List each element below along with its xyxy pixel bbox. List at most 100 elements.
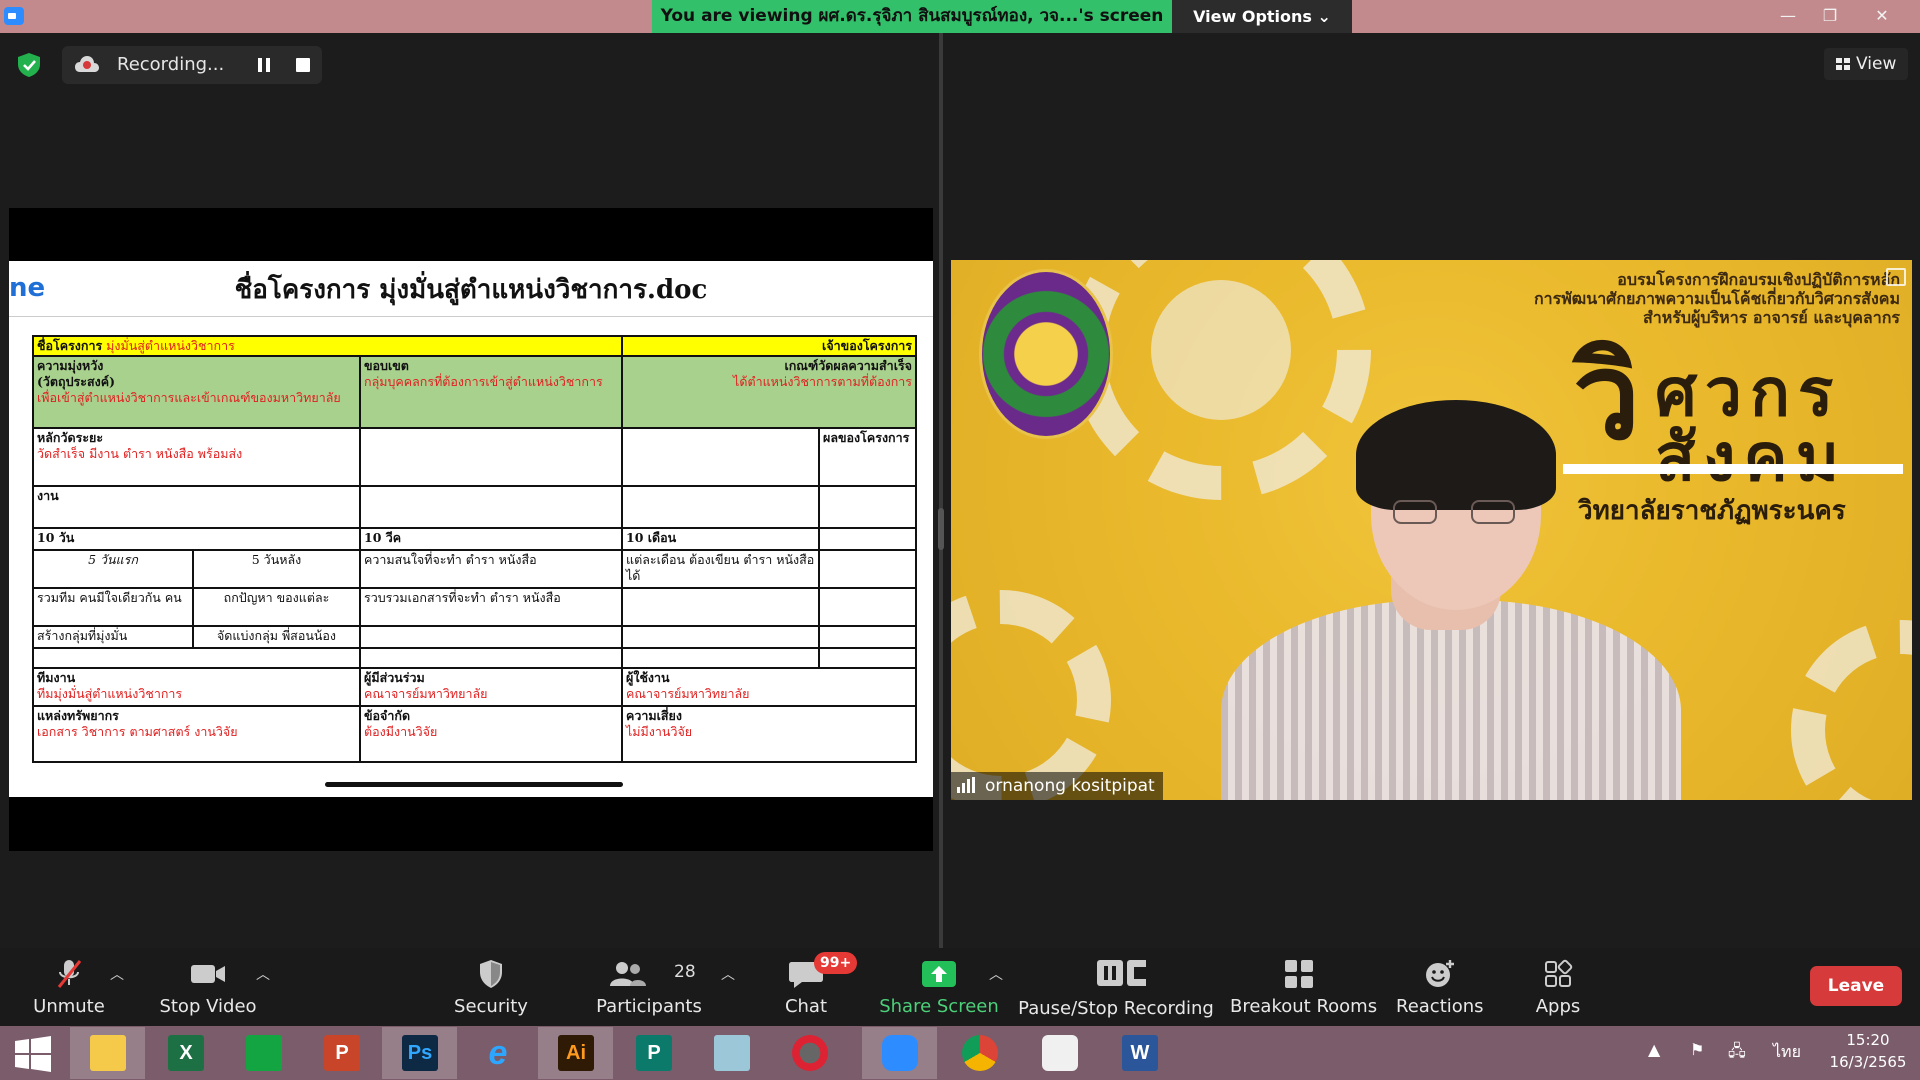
view-options-button[interactable]: View Options ⌄ xyxy=(1172,0,1352,33)
windows-taskbar: X P Ps e Ai P W ▲ ⚑ 🖧 ไทย 15:20 16/3/256… xyxy=(0,1026,1920,1080)
video-camera-icon xyxy=(191,965,225,983)
table-cell xyxy=(358,625,624,649)
minimize-button[interactable]: — xyxy=(1766,0,1810,33)
reactions-smiley-icon xyxy=(1426,960,1454,987)
table-cell xyxy=(818,587,918,627)
audio-options-caret-icon[interactable]: ︿ xyxy=(107,964,127,984)
taskbar-word[interactable]: W xyxy=(1102,1027,1177,1079)
participants-caret-icon[interactable]: ︿ xyxy=(718,964,738,984)
stop-recording-icon[interactable] xyxy=(296,58,310,72)
grid-icon xyxy=(1836,58,1850,70)
pause-stop-recording-label: Pause/Stop Recording xyxy=(1018,998,1214,1019)
milestone-label: หลักวัดระยะ xyxy=(37,430,104,445)
gear-decoration xyxy=(1791,620,1912,800)
discuss-problems-cell: ถกปัญหา ของแต่ละ xyxy=(192,587,361,627)
taskbar-powerpoint[interactable]: P xyxy=(304,1027,379,1079)
close-button[interactable]: ✕ xyxy=(1860,0,1904,33)
taskbar-file-explorer[interactable] xyxy=(70,1027,145,1079)
pause-recording-icon[interactable] xyxy=(256,57,272,73)
folder-icon xyxy=(90,1035,126,1071)
security-button[interactable]: Security xyxy=(448,948,534,1026)
table-cell xyxy=(818,527,918,551)
system-clock[interactable]: 15:20 16/3/2565 xyxy=(1824,1029,1912,1073)
team-cell: ทีมงาน ทีมมุ่งมั่นสู่ตำแหน่งวิชาการ xyxy=(32,667,361,707)
tray-expand-icon[interactable]: ▲ xyxy=(1648,1040,1660,1059)
paint-icon xyxy=(1042,1035,1078,1071)
participant-name: ornanong kositpipat xyxy=(985,776,1155,796)
windows-start-icon[interactable] xyxy=(14,1036,52,1072)
milestone-value: วัดสำเร็จ มีงาน ตำรา หนังสือ พร้อมส่ง xyxy=(37,446,243,461)
unmute-button[interactable]: Unmute xyxy=(18,948,120,1026)
risks-label: ความเสี่ยง xyxy=(626,708,682,723)
apps-button[interactable]: Apps xyxy=(1528,948,1588,1026)
person-shirt xyxy=(1221,600,1681,800)
security-label: Security xyxy=(454,996,528,1017)
leave-button[interactable]: Leave xyxy=(1810,966,1902,1006)
stakeholders-cell: ผู้มีส่วนร่วม คณาจารย์มหาวิทยาลัย xyxy=(358,667,624,707)
doc-title: ชื่อโครงการ มุ่งมั่นสู่ตำแหน่งวิชาการ.do… xyxy=(234,275,708,305)
divider-handle[interactable] xyxy=(938,508,944,550)
taskbar-paint[interactable] xyxy=(1022,1027,1097,1079)
taskbar-excel[interactable]: X xyxy=(148,1027,223,1079)
stakeholders-label: ผู้มีส่วนร่วม xyxy=(364,670,425,685)
language-indicator[interactable]: ไทย xyxy=(1773,1040,1801,1065)
objective-label-2: (วัตถุประสงค์) xyxy=(37,374,115,389)
split-divider[interactable] xyxy=(939,33,943,948)
objective-cell: ความมุ่งหวัง (วัตถุประสงค์) เพื่อเข้าสู่… xyxy=(32,355,361,429)
pin-video-icon[interactable] xyxy=(1886,268,1906,286)
resources-value: เอกสาร วิชาการ ตามศาสตร์ งานวิจัย xyxy=(37,724,238,739)
taskbar-chrome[interactable] xyxy=(942,1027,1017,1079)
project-icon xyxy=(246,1035,282,1071)
view-label: View xyxy=(1856,54,1897,74)
month-writing-cell: แต่ละเดือน ต้องเขียน ตำรา หนังสือ ได้ xyxy=(621,549,821,589)
taskbar-notepad[interactable] xyxy=(694,1027,769,1079)
action-center-flag-icon[interactable]: ⚑ xyxy=(1690,1040,1704,1059)
taskbar-illustrator[interactable]: Ai xyxy=(538,1027,613,1079)
taskbar-internet-explorer[interactable]: e xyxy=(460,1027,535,1079)
breakout-rooms-button[interactable]: Breakout Rooms xyxy=(1230,948,1377,1026)
view-button[interactable]: View xyxy=(1824,48,1908,80)
taskbar-zoom[interactable] xyxy=(862,1027,937,1079)
reactions-button[interactable]: Reactions xyxy=(1396,948,1484,1026)
share-screen-button[interactable]: Share Screen xyxy=(878,948,1000,1026)
users-label: ผู้ใช้งาน xyxy=(626,670,670,685)
network-icon[interactable]: 🖧 xyxy=(1728,1040,1746,1067)
taskbar-project[interactable] xyxy=(226,1027,301,1079)
clock-time: 15:20 xyxy=(1846,1031,1890,1049)
project-name-cell: ชื่อโครงการ มุ่งมั่นสู่ตำแหน่งวิชาการ xyxy=(31,335,624,357)
viewing-banner: You are viewing ผศ.ดร.รุจิภา สินสมบูรณ์ท… xyxy=(652,0,1172,33)
taskbar-photoscape[interactable] xyxy=(772,1027,847,1079)
clock-date: 16/3/2565 xyxy=(1829,1053,1907,1071)
participant-video[interactable]: อบรมโครงการฝึกอบรมเชิงปฏิบัติการหลัก การ… xyxy=(951,260,1912,800)
scope-cell: ขอบเขต กลุ่มบุคคลกรที่ต้องการเข้าสู่ตำแห… xyxy=(358,355,624,429)
person-glasses-right xyxy=(1471,500,1515,524)
shield-check-icon[interactable] xyxy=(16,52,42,78)
notepad-icon xyxy=(714,1035,750,1071)
pause-stop-icon xyxy=(1097,960,1146,986)
participants-icon xyxy=(610,962,646,986)
table-cell xyxy=(621,485,821,529)
collect-documents-cell: รวบรวมเอกสารที่จะทำ ตำรา หนังสือ xyxy=(358,587,624,627)
create-group-cell: สร้างกลุ่มที่มุ่งมั่น xyxy=(32,625,194,649)
pause-stop-recording-button[interactable]: Pause/Stop Recording xyxy=(1018,948,1214,1026)
taskbar-publisher[interactable]: P xyxy=(616,1027,691,1079)
ten-days-cell: 10 วัน xyxy=(32,527,361,551)
participants-button[interactable]: Participants xyxy=(594,948,704,1026)
success-criteria-cell: เกณฑ์วัดผลความสำเร็จ ได้ตำแหน่งวิชาการตา… xyxy=(621,355,918,429)
team-value: ทีมมุ่งมั่นสู่ตำแหน่งวิชาการ xyxy=(37,686,183,701)
stop-video-button[interactable]: Stop Video xyxy=(155,948,261,1026)
video-options-caret-icon[interactable]: ︿ xyxy=(253,964,273,984)
unmute-label: Unmute xyxy=(33,996,105,1017)
taskbar-photoshop[interactable]: Ps xyxy=(382,1027,457,1079)
table-cell xyxy=(818,485,918,529)
video-big-letter: วิ xyxy=(1573,328,1641,467)
recording-label: Recording... xyxy=(117,54,225,75)
restore-button[interactable]: ❐ xyxy=(1808,0,1852,33)
internet-explorer-icon: e xyxy=(488,1034,508,1072)
share-options-caret-icon[interactable]: ︿ xyxy=(986,964,1006,984)
horizontal-scrollbar[interactable] xyxy=(325,782,623,787)
gear-decoration xyxy=(1151,280,1291,420)
table-cell xyxy=(358,427,624,487)
table-cell xyxy=(621,625,821,649)
meeting-toolbar: Unmute ︿ Stop Video ︿ Security Participa… xyxy=(0,948,1920,1026)
